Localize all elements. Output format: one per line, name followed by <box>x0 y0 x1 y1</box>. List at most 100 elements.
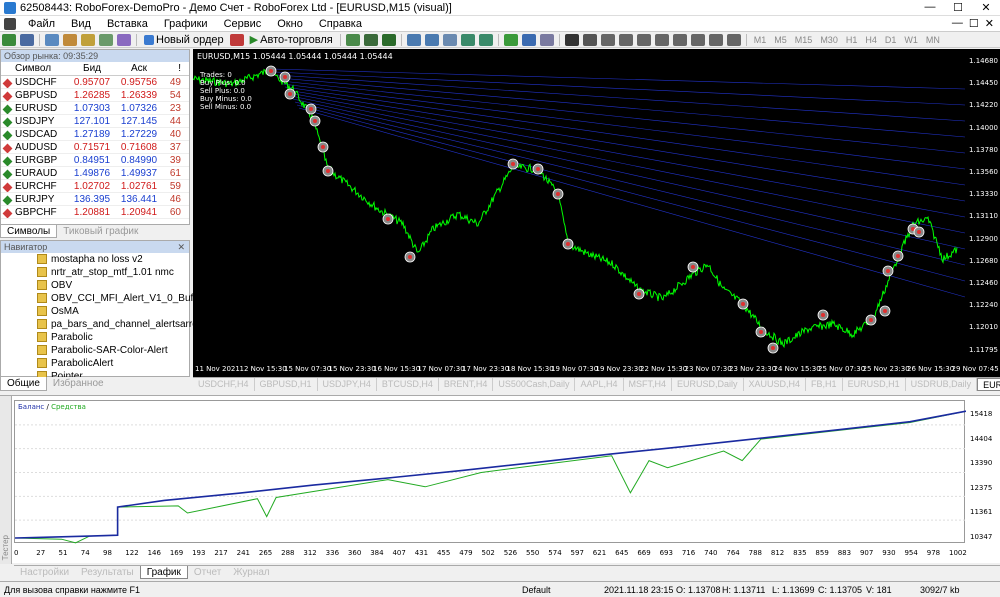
col-spread[interactable]: ! <box>163 63 181 74</box>
new-order-button[interactable]: Новый ордер <box>140 34 228 46</box>
navigator-item[interactable]: Parabolic-SAR-Color-Alert <box>1 344 189 357</box>
periods-icon[interactable] <box>521 33 536 46</box>
trendline-icon[interactable] <box>636 33 651 46</box>
market-watch-row[interactable]: EURUSD 1.07303 1.07326 23 <box>1 102 189 115</box>
tf-m30[interactable]: M30 <box>816 35 842 45</box>
chart-tab[interactable]: EURUSD,M15 <box>977 378 1000 391</box>
tab-common[interactable]: Общие <box>0 377 47 391</box>
tab-settings[interactable]: Настройки <box>14 566 75 579</box>
navigator-icon[interactable] <box>81 33 95 46</box>
mdi-restore-button[interactable]: ☐ <box>969 17 979 30</box>
metaeditor-icon[interactable] <box>229 33 244 46</box>
chart-tab[interactable]: USDJPY,H4 <box>318 378 377 391</box>
navigator-item[interactable]: Parabolic <box>1 331 189 344</box>
new-chart-icon[interactable] <box>2 33 16 46</box>
maximize-button[interactable]: ☐ <box>944 1 972 14</box>
menu-help[interactable]: Справка <box>311 18 370 30</box>
strategy-tester-icon[interactable] <box>117 33 131 46</box>
price-chart[interactable]: EURUSD,M15 1.05444 1.05444 1.05444 1.054… <box>193 49 1000 377</box>
menu-file[interactable]: Файл <box>20 18 63 30</box>
candlestick-icon[interactable] <box>363 33 378 46</box>
tab-report[interactable]: Отчет <box>188 566 227 579</box>
chart-shift-icon[interactable] <box>460 33 475 46</box>
chart-tab[interactable]: EURUSD,H1 <box>843 378 906 391</box>
menu-view[interactable]: Вид <box>63 18 99 30</box>
chart-tab[interactable]: EURUSD,Daily <box>672 378 744 391</box>
crosshair-icon[interactable] <box>582 33 597 46</box>
tf-w1[interactable]: W1 <box>900 35 922 45</box>
cursor-icon[interactable] <box>564 33 579 46</box>
navigator-item[interactable]: OBV_CCI_MFI_Alert_V1_0_Buffers <box>1 292 210 305</box>
market-watch-row[interactable]: GBPCHF 1.20881 1.20941 60 <box>1 206 189 219</box>
mdi-minimize-button[interactable]: — <box>952 17 963 30</box>
minimize-button[interactable]: — <box>916 1 944 14</box>
navigator-item[interactable]: OsMA <box>1 305 189 318</box>
tab-symbols[interactable]: Символы <box>0 225 58 238</box>
market-watch-row[interactable]: USDCHF 0.95707 0.95756 49 <box>1 76 189 89</box>
col-ask[interactable]: Аск <box>115 63 163 74</box>
chart-tab[interactable]: USDRUB,Daily <box>906 378 978 391</box>
tf-mn[interactable]: MN <box>922 35 944 45</box>
arrows-tool-icon[interactable] <box>726 33 741 46</box>
market-watch-row[interactable]: USDJPY 127.101 127.145 44 <box>1 115 189 128</box>
tf-h4[interactable]: H4 <box>861 35 881 45</box>
menu-charts[interactable]: Графики <box>156 18 216 30</box>
market-watch-row[interactable]: AUDUSD 0.71571 0.71608 37 <box>1 141 189 154</box>
templates-icon[interactable] <box>539 33 554 46</box>
tab-graph[interactable]: График <box>139 566 188 579</box>
zoom-in-icon[interactable] <box>406 33 421 46</box>
chart-tab[interactable]: FB,H1 <box>806 378 843 391</box>
mdi-close-button[interactable]: ✕ <box>985 17 994 30</box>
menu-tools[interactable]: Сервис <box>216 18 270 30</box>
tile-windows-icon[interactable] <box>442 33 457 46</box>
fibonacci-icon[interactable] <box>672 33 687 46</box>
tab-tick-chart[interactable]: Тиковый график <box>57 225 144 238</box>
market-watch-row[interactable]: USDCAD 1.27189 1.27229 40 <box>1 128 189 141</box>
chart-tab[interactable]: USDCHF,H4 <box>193 378 255 391</box>
line-chart-icon[interactable] <box>381 33 396 46</box>
navigator-item[interactable]: ParabolicAlert <box>1 357 189 370</box>
market-watch-row[interactable]: EURAUD 1.49876 1.49937 61 <box>1 167 189 180</box>
chart-tab[interactable]: BTCUSD,H4 <box>377 378 439 391</box>
chart-tab[interactable]: US500Cash,Daily <box>493 378 576 391</box>
vertical-line-icon[interactable] <box>600 33 615 46</box>
horizontal-line-icon[interactable] <box>618 33 633 46</box>
zoom-out-icon[interactable] <box>424 33 439 46</box>
chart-tab[interactable]: AAPL,H4 <box>575 378 624 391</box>
profiles-icon[interactable] <box>20 33 34 46</box>
autoscroll-icon[interactable] <box>478 33 493 46</box>
channel-icon[interactable] <box>654 33 669 46</box>
market-watch-row[interactable]: EURGBP 0.84951 0.84990 39 <box>1 154 189 167</box>
chart-tab[interactable]: MSFT,H4 <box>624 378 673 391</box>
navigator-item[interactable]: pa_bars_and_channel_alertsarrows <box>1 318 210 331</box>
tab-results[interactable]: Результаты <box>75 566 140 579</box>
tf-m5[interactable]: M5 <box>770 35 791 45</box>
tf-h1[interactable]: H1 <box>842 35 862 45</box>
terminal-icon[interactable] <box>99 33 113 46</box>
menu-insert[interactable]: Вставка <box>99 18 156 30</box>
text-tool-icon[interactable] <box>690 33 705 46</box>
col-symbol[interactable]: Символ <box>1 63 69 74</box>
label-tool-icon[interactable] <box>708 33 723 46</box>
navigator-item[interactable]: mostapha no loss v2 <box>1 253 189 266</box>
navigator-item[interactable]: nrtr_atr_stop_mtf_1.01 nmc <box>1 266 189 279</box>
chart-tab[interactable]: GBPUSD,H1 <box>255 378 318 391</box>
data-window-icon[interactable] <box>63 33 77 46</box>
tab-favorites[interactable]: Избранное <box>47 377 110 391</box>
market-watch-row[interactable]: EURJPY 136.395 136.441 46 <box>1 193 189 206</box>
market-watch-icon[interactable] <box>45 33 59 46</box>
autotrading-button[interactable]: ▶ Авто-торговля <box>246 33 337 47</box>
bar-chart-icon[interactable] <box>345 33 360 46</box>
chart-tab[interactable]: BRENT,H4 <box>439 378 494 391</box>
tab-journal[interactable]: Журнал <box>227 566 276 579</box>
chart-window-icon[interactable] <box>4 17 16 30</box>
navigator-close-icon[interactable]: ✕ <box>177 241 185 253</box>
tf-m1[interactable]: M1 <box>750 35 771 45</box>
market-watch-row[interactable]: EURCHF 1.02702 1.02761 59 <box>1 180 189 193</box>
tf-d1[interactable]: D1 <box>881 35 901 45</box>
market-watch-row[interactable]: GBPUSD 1.26285 1.26339 54 <box>1 89 189 102</box>
col-bid[interactable]: Бид <box>69 63 115 74</box>
menu-window[interactable]: Окно <box>269 18 311 30</box>
chart-tab[interactable]: XAUUSD,H4 <box>744 378 807 391</box>
navigator-item[interactable]: OBV <box>1 279 189 292</box>
